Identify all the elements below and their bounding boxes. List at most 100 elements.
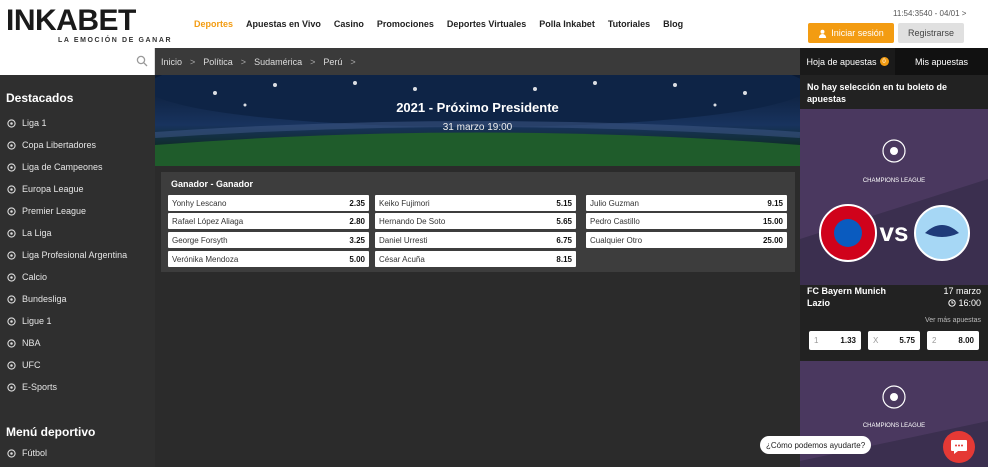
sport-icon: [7, 294, 16, 304]
sidebar-item-label: Europa League: [22, 184, 84, 194]
breadcrumb-separator: >: [350, 56, 356, 67]
odds-key: 1: [814, 336, 819, 345]
sidebar-item-ligue-1[interactable]: Ligue 1: [0, 310, 155, 332]
sidebar-item-label: Liga 1: [22, 118, 47, 128]
search-input[interactable]: [0, 48, 130, 75]
odds-value: 5.75: [899, 336, 915, 345]
odds-button-yonhy-lescano[interactable]: Yonhy Lescano 2.35: [168, 195, 369, 211]
nav-polla-inkabet[interactable]: Polla Inkabet: [539, 19, 595, 29]
sport-icon: [7, 206, 16, 216]
breadcrumb-inicio[interactable]: Inicio: [161, 57, 182, 67]
event-title: 2021 - Próximo Presidente: [396, 100, 559, 115]
user-icon: [819, 29, 827, 38]
event-banner: 2021 - Próximo Presidente 31 marzo 19:00: [155, 75, 800, 166]
stadium-background: [155, 75, 800, 166]
odds-value: 6.75: [556, 235, 572, 245]
sidebar-item-e-sports[interactable]: E-Sports: [0, 376, 155, 398]
sidebar-item-label: E-Sports: [22, 382, 58, 392]
svg-text:vs: vs: [880, 217, 909, 247]
clock-icon: [948, 299, 957, 307]
competition-label-2: CHAMPIONS LEAGUE: [863, 423, 925, 429]
nav-promociones[interactable]: Promociones: [377, 19, 434, 29]
sidebar-item-calcio[interactable]: Calcio: [0, 266, 155, 288]
odds-button-pedro-castillo[interactable]: Pedro Castillo 15.00: [586, 213, 787, 229]
odds-button-keiko-fujimori[interactable]: Keiko Fujimori 5.15: [375, 195, 576, 211]
promo-card[interactable]: CHAMPIONS LEAGUE vs: [800, 109, 988, 285]
sidebar-item-nba[interactable]: NBA: [0, 332, 155, 354]
odds-value: 15.00: [762, 216, 783, 226]
odds-button-cesar-acuna[interactable]: César Acuña 8.15: [375, 251, 576, 267]
betslip-panel: No hay selección en tu boleto de apuesta…: [800, 75, 988, 467]
nav-blog[interactable]: Blog: [663, 19, 683, 29]
sidebar-item-liga-de-campeones[interactable]: Liga de Campeones: [0, 156, 155, 178]
breadcrumb-separator: >: [190, 56, 196, 67]
promo-odds-2[interactable]: 2 8.00: [927, 331, 979, 350]
sidebar-item-ufc[interactable]: UFC: [0, 354, 155, 376]
sidebar-item-la-liga[interactable]: La Liga: [0, 222, 155, 244]
odds-button-rafael-lopez-aliaga[interactable]: Rafael López Aliaga 2.80: [168, 213, 369, 229]
more-bets-link[interactable]: Ver más apuestas: [925, 317, 981, 324]
market-panel: Ganador - Ganador Yonhy Lescano 2.35 Keiko…: [161, 172, 795, 272]
odds-button-cualquier-otro[interactable]: Cualquier Otro 25.00: [586, 232, 787, 248]
nav-deportes[interactable]: Deportes: [194, 19, 233, 29]
selection-name: Yonhy Lescano: [172, 198, 227, 208]
odds-button-hernando-de-soto[interactable]: Hernando De Soto 5.65: [375, 213, 576, 229]
breadcrumb-separator: >: [240, 56, 247, 67]
sidebar-item-label: Fútbol: [22, 448, 48, 458]
betslip-tabs: Hoja de apuestas 0 Mis apuestas: [800, 48, 988, 75]
sidebar-item-copa-libertadores[interactable]: Copa Libertadores: [0, 134, 155, 156]
promo-odds-x[interactable]: X 5.75: [868, 331, 920, 350]
search-box: [0, 48, 155, 75]
selection-name: Julio Guzman: [590, 198, 639, 208]
odds-value: 2.35: [349, 198, 365, 208]
logo-text: INKABET: [6, 4, 136, 37]
nav-apuestas-en-vivo[interactable]: Apuestas en Vivo: [246, 19, 321, 29]
market-title: Ganador - Ganador: [171, 179, 254, 189]
nav-deportes-virtuales[interactable]: Deportes Virtuales: [447, 19, 526, 29]
away-team: Lazio: [807, 298, 831, 308]
promo-odds-1[interactable]: 1 1.33: [809, 331, 861, 350]
sidebar-item-bundesliga[interactable]: Bundesliga: [0, 288, 155, 310]
sport-menu-list: Fútbol: [0, 442, 155, 464]
register-button[interactable]: Registrarse: [898, 23, 964, 43]
selection-name: Cualquier Otro: [590, 235, 643, 245]
breadcrumb-sudamerica[interactable]: Sudamérica: [254, 57, 302, 67]
odds-button-julio-guzman[interactable]: Julio Guzman 9.15: [586, 195, 787, 211]
sport-icon: [7, 250, 16, 260]
odds-value: 9.15: [767, 198, 783, 208]
logo-tagline: LA EMOCIÓN DE GANAR: [58, 37, 173, 44]
login-button[interactable]: Iniciar sesión: [808, 23, 894, 43]
odds-button-daniel-urresti[interactable]: Daniel Urresti 6.75: [375, 232, 576, 248]
match-time: 16:00: [948, 298, 981, 308]
chat-button[interactable]: [943, 431, 975, 463]
odds-button-george-forsyth[interactable]: George Forsyth 3.25: [168, 232, 369, 248]
destacados-heading: Destacados: [6, 91, 74, 105]
odds-button-veronika-mendoza[interactable]: Verónika Mendoza 5.00: [168, 251, 369, 267]
sidebar-item-label: Premier League: [22, 206, 87, 216]
chat-icon: [951, 440, 967, 454]
breadcrumb: Inicio > Política > Sudamérica > Perú >: [155, 48, 800, 75]
sport-icon: [7, 272, 16, 282]
tab-betslip[interactable]: Hoja de apuestas 0: [800, 48, 895, 75]
sidebar-item-futbol[interactable]: Fútbol: [0, 442, 155, 464]
empty-betslip-message: No hay selección en tu boleto de apuesta…: [807, 82, 948, 104]
tab-my-bets[interactable]: Mis apuestas: [895, 48, 988, 75]
chat-prompt[interactable]: ¿Cómo podemos ayudarte?: [760, 436, 872, 454]
sport-icon: [7, 360, 16, 370]
odds-value: 1.33: [840, 336, 856, 345]
sidebar-item-premier-league[interactable]: Premier League: [0, 200, 155, 222]
sidebar-item-europa-league[interactable]: Europa League: [0, 178, 155, 200]
nav-tutoriales[interactable]: Tutoriales: [608, 19, 650, 29]
sidebar-item-liga-profesional-argentina[interactable]: Liga Profesional Argentina: [0, 244, 155, 266]
search-icon[interactable]: [136, 55, 148, 67]
destacados-list: Liga 1 Copa Libertadores Liga de Campeones…: [0, 112, 155, 398]
sidebar-item-liga-1[interactable]: Liga 1: [0, 112, 155, 134]
logo[interactable]: INKABET LA EMOCIÓN DE GANAR: [6, 4, 173, 45]
nav-casino[interactable]: Casino: [334, 19, 364, 29]
odds-value: 8.15: [556, 254, 572, 264]
sidebar-item-label: NBA: [22, 338, 41, 348]
sidebar-item-label: La Liga: [22, 228, 52, 238]
breadcrumb-peru[interactable]: Perú: [323, 57, 342, 67]
sport-icon: [7, 338, 16, 348]
breadcrumb-politica[interactable]: Política: [203, 57, 233, 67]
